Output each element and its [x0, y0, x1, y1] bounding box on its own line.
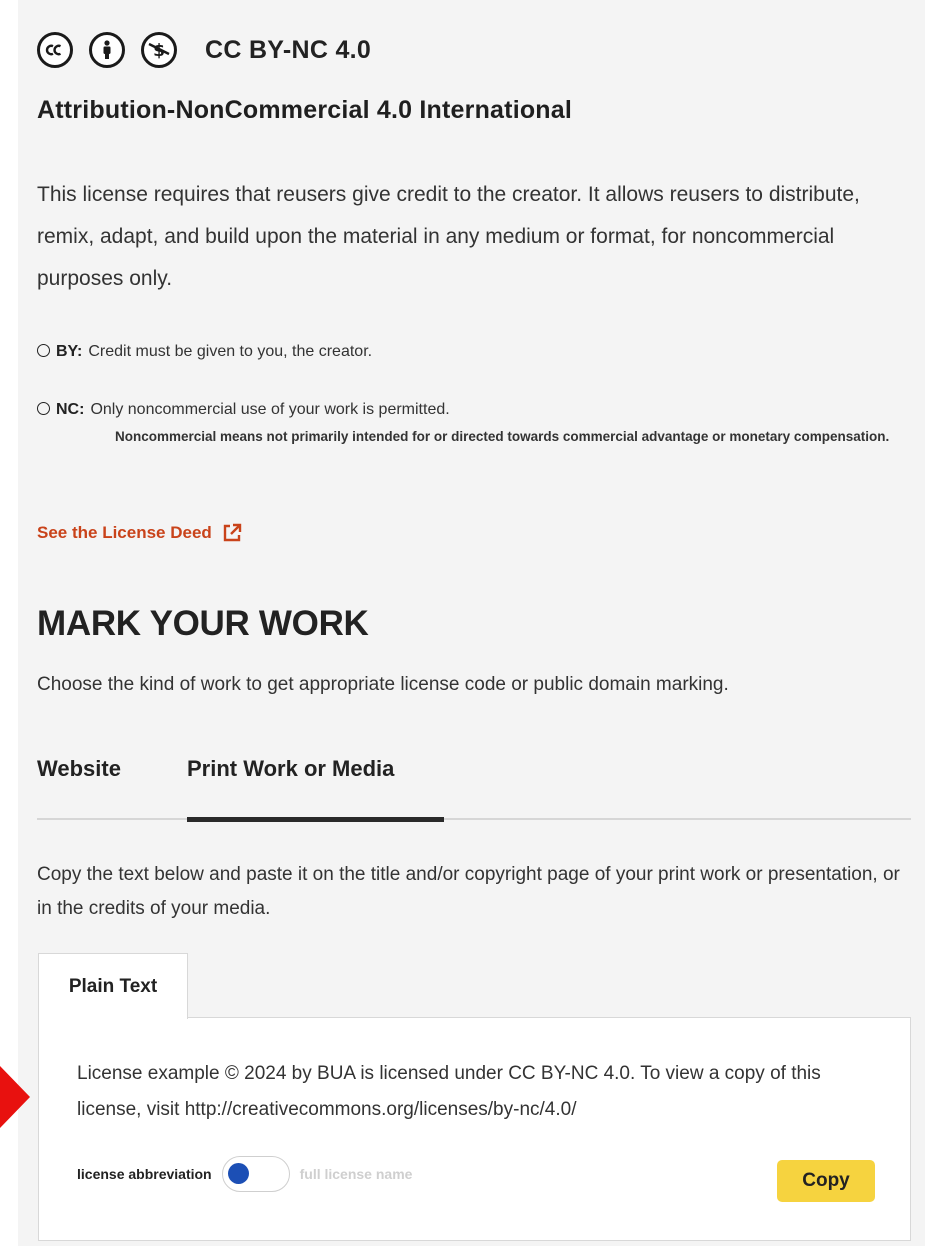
element-text: Credit must be given to you, the creator… [88, 343, 373, 360]
toggle-knob [227, 1163, 249, 1184]
cc-icon [37, 32, 73, 68]
tab-print-work-or-media[interactable]: Print Work or Media [187, 756, 394, 782]
element-code: BY: [56, 343, 83, 360]
license-header: $ CC BY-NC 4.0 [37, 32, 371, 68]
mark-your-work-title: MARK YOUR WORK [37, 604, 369, 643]
attribution-box: License example © 2024 by BUA is license… [38, 1017, 911, 1241]
active-tab-indicator [187, 817, 444, 822]
external-link-icon [223, 523, 242, 542]
work-type-tabs: Website Print Work or Media [37, 740, 911, 822]
attribution-text: License example © 2024 by BUA is license… [77, 1063, 821, 1120]
mark-your-work-subtitle: Choose the kind of work to get appropria… [37, 674, 729, 695]
copy-instructions: Copy the text below and paste it on the … [37, 864, 900, 919]
element-code: NC: [56, 401, 85, 418]
deed-link-label: See the License Deed [37, 523, 212, 542]
toggle-label-abbreviation: license abbreviation [77, 1166, 212, 1182]
license-short-name: CC BY-NC 4.0 [205, 35, 372, 64]
nc-dollar-icon: $ [141, 32, 177, 68]
by-person-icon [89, 32, 125, 68]
license-element-nc: NC: Only noncommercial use of your work i… [37, 401, 450, 419]
nc-note: Noncommercial means not primarily intend… [115, 429, 890, 444]
copy-button[interactable]: Copy [777, 1160, 875, 1202]
toggle-label-full-name: full license name [299, 1166, 413, 1182]
element-text: Only noncommercial use of your work is p… [90, 401, 450, 418]
license-full-name: Attribution-NonCommercial 4.0 Internatio… [37, 96, 573, 124]
red-arrow-pointer [0, 1066, 30, 1128]
nc-icon [37, 402, 50, 415]
license-description: This license requires that reusers give … [37, 183, 860, 290]
tab-plain-text[interactable]: Plain Text [38, 953, 188, 1019]
by-icon [37, 344, 50, 357]
license-name-toggle[interactable] [221, 1156, 290, 1192]
format-toggle-row: license abbreviation full license name [77, 1156, 412, 1192]
license-element-by: BY: Credit must be given to you, the crea… [37, 343, 372, 361]
tab-website[interactable]: Website [37, 756, 121, 782]
license-deed-link[interactable]: See the License Deed [37, 523, 242, 543]
